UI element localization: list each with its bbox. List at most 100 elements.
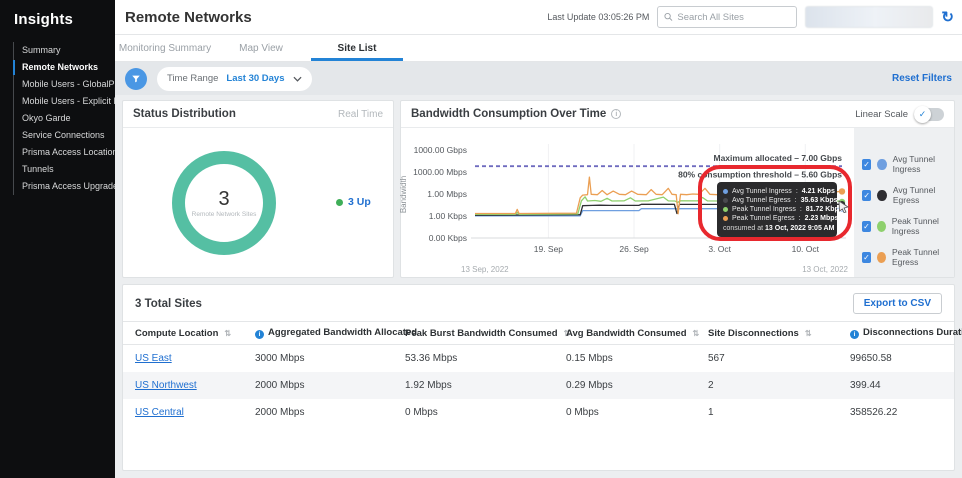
legend-checkbox[interactable]: ✓	[862, 251, 871, 263]
tenant-selector-redacted[interactable]	[805, 6, 934, 28]
aggregated-bandwidth-cell: 2000 Mbps	[255, 407, 305, 418]
compute-location-link[interactable]: US Northwest	[135, 380, 197, 391]
legend-series-dot	[877, 189, 887, 201]
status-distribution-card: Status Distribution Real Time 3 Remote N…	[122, 100, 394, 278]
svg-text:Maximum allocated – 7.00 Gbps: Maximum allocated – 7.00 Gbps	[714, 153, 843, 163]
legend-row: ✓ Avg Tunnel Egress	[862, 185, 954, 205]
legend-checkbox[interactable]: ✓	[862, 189, 872, 201]
tooltip-series-dot	[723, 198, 728, 203]
bandwidth-chart[interactable]: Bandwidth 0.00 Kbps 1.00 Kbps 1.00 Mbps 100…	[399, 128, 854, 277]
column-info-icon: i	[255, 330, 264, 339]
table-header-row: 3 Total Sites Export to CSV	[123, 285, 954, 321]
tooltip-series-dot	[723, 189, 728, 194]
legend-checkbox[interactable]: ✓	[862, 220, 871, 232]
sidebar-item[interactable]: Remote Networks	[13, 59, 115, 76]
legend-series-label: Peak Tunnel Egress	[891, 247, 940, 267]
avg-bandwidth-cell: 0.29 Mbps	[566, 380, 613, 391]
sidebar-item-label: Okyo Garde	[22, 113, 71, 123]
time-range-dropdown[interactable]: Time Range Last 30 Days	[157, 66, 312, 91]
tooltip-series-dot	[723, 216, 728, 221]
tooltip-colon: :	[795, 188, 798, 195]
table-column-headers: i Compute Location ⇅ i Aggregated Bandwidth…	[123, 321, 962, 345]
tooltip-footer: consumed at 13 Oct, 2022 9:05 AM	[723, 225, 835, 232]
legend-series-dot	[876, 251, 886, 263]
reset-filters-link[interactable]: Reset Filters	[892, 73, 952, 84]
y-axis-title: Bandwidth	[399, 175, 409, 214]
tabs-bar: Monitoring Summary Map View Site List	[115, 35, 962, 62]
compute-location-link[interactable]: US Central	[135, 407, 184, 418]
column-header[interactable]: iAggregated Bandwidth Allocated⇅	[243, 321, 417, 345]
svg-text:26. Sep: 26. Sep	[619, 244, 649, 254]
status-donut-chart: 3 Remote Network Sites	[172, 151, 276, 255]
real-time-label: Real Time	[337, 108, 383, 120]
sidebar-item[interactable]: Service Connections	[14, 127, 115, 144]
sidebar-item[interactable]: Mobile Users - GlobalProtect	[14, 76, 137, 93]
table-body: US East 3000 Mbps 53.36 Mbps 0.15 Mbps 5…	[123, 345, 954, 427]
sidebar-item[interactable]: Tunnels	[14, 161, 115, 178]
legend-series-label: Peak Tunnel Ingress	[891, 216, 939, 236]
svg-text:10. Oct: 10. Oct	[792, 244, 820, 254]
disconnections-cell: 1	[708, 407, 714, 418]
column-header[interactable]: iSite Disconnections⇅	[696, 321, 838, 345]
column-label: Compute Location	[135, 327, 219, 339]
table-title: 3 Total Sites	[135, 297, 202, 310]
content: Status Distribution Real Time 3 Remote N…	[115, 95, 962, 476]
export-csv-button[interactable]: Export to CSV	[852, 293, 942, 314]
sidebar-item[interactable]: Prisma Access Upgrade	[14, 178, 118, 195]
linear-scale-toggle[interactable]: ✓	[914, 105, 944, 123]
sidebar-item[interactable]: Prisma Access Locations	[14, 144, 122, 161]
sort-icon[interactable]: ⇅	[693, 329, 700, 338]
last-update-text: Last Update 03:05:26 PM	[547, 12, 650, 22]
sidebar-item[interactable]: Okyo Garde	[14, 110, 115, 127]
filter-button[interactable]	[125, 67, 147, 90]
tab[interactable]: Monitoring Summary	[117, 35, 213, 61]
column-header[interactable]: iAvg Bandwidth Consumed⇅	[554, 321, 699, 345]
column-header[interactable]: iCompute Location⇅	[123, 321, 243, 345]
tab-label: Map View	[239, 42, 283, 54]
sidebar-item[interactable]: Mobile Users - Explicit Proxy	[14, 93, 137, 110]
cursor-icon	[838, 200, 849, 213]
peak-burst-cell: 0 Mbps	[405, 407, 438, 418]
legend-row: ✓ Peak Tunnel Egress	[862, 247, 954, 267]
tab-label: Monitoring Summary	[118, 42, 212, 54]
compute-location-link[interactable]: US East	[135, 353, 172, 364]
bandwidth-card-header: Bandwidth Consumption Over Time i Linear…	[401, 101, 954, 128]
top-bar-right: Last Update 03:05:26 PM ↻	[547, 6, 954, 28]
tooltip-row: Peak Tunnel Egress : 2.23 Mbps	[723, 214, 838, 223]
status-card-body: 3 Remote Network Sites 3 Up	[123, 128, 393, 278]
tooltip-colon: :	[799, 206, 802, 213]
linear-scale-label: Linear Scale	[855, 108, 908, 120]
funnel-icon	[132, 75, 140, 82]
time-range-value: Last 30 Days	[226, 73, 285, 84]
sidebar: Insights Summary Remote Networks Mobile …	[0, 0, 137, 478]
svg-text:1.00 Kbps: 1.00 Kbps	[429, 211, 467, 221]
tab[interactable]: Map View	[213, 35, 309, 61]
time-range-label: Time Range	[167, 73, 219, 84]
column-header[interactable]: iDisconnections Duration⇅	[838, 321, 962, 345]
up-status-text: 3 Up	[348, 196, 371, 208]
column-header[interactable]: iPeak Burst Bandwidth Consumed⇅	[393, 321, 570, 345]
bandwidth-card-body: Bandwidth 0.00 Kbps 1.00 Kbps 1.00 Mbps 100…	[399, 128, 954, 277]
tooltip-row: Avg Tunnel Egress : 35.63 Kbps	[723, 196, 838, 205]
status-legend-up[interactable]: 3 Up	[336, 196, 371, 208]
tooltip-colon: :	[798, 215, 801, 222]
info-icon[interactable]: i	[611, 109, 622, 119]
svg-text:19. Sep: 19. Sep	[534, 244, 564, 254]
status-card-header: Status Distribution Real Time	[123, 101, 393, 128]
sort-icon[interactable]: ⇅	[224, 329, 231, 338]
svg-text:0.00 Kbps: 0.00 Kbps	[429, 233, 467, 243]
disconnections-duration-cell: 99650.58	[850, 353, 892, 364]
search-input[interactable]	[677, 11, 791, 23]
site-count: 3	[218, 187, 230, 210]
sidebar-item[interactable]: Summary	[14, 42, 115, 59]
tooltip-series-value: 4.21 Kbps	[801, 188, 835, 195]
sort-icon[interactable]: ⇅	[805, 329, 812, 338]
legend-checkbox[interactable]: ✓	[862, 158, 872, 170]
disconnections-cell: 2	[708, 380, 714, 391]
disconnections-cell: 567	[708, 353, 725, 364]
chart-legend: ✓ Avg Tunnel Ingress ✓ Avg Tunnel Egress	[854, 128, 954, 277]
search-box[interactable]	[657, 6, 798, 28]
tab[interactable]: Site List	[309, 35, 405, 61]
refresh-icon[interactable]: ↻	[941, 10, 954, 25]
main-area: Remote Networks Last Update 03:05:26 PM …	[115, 0, 962, 478]
